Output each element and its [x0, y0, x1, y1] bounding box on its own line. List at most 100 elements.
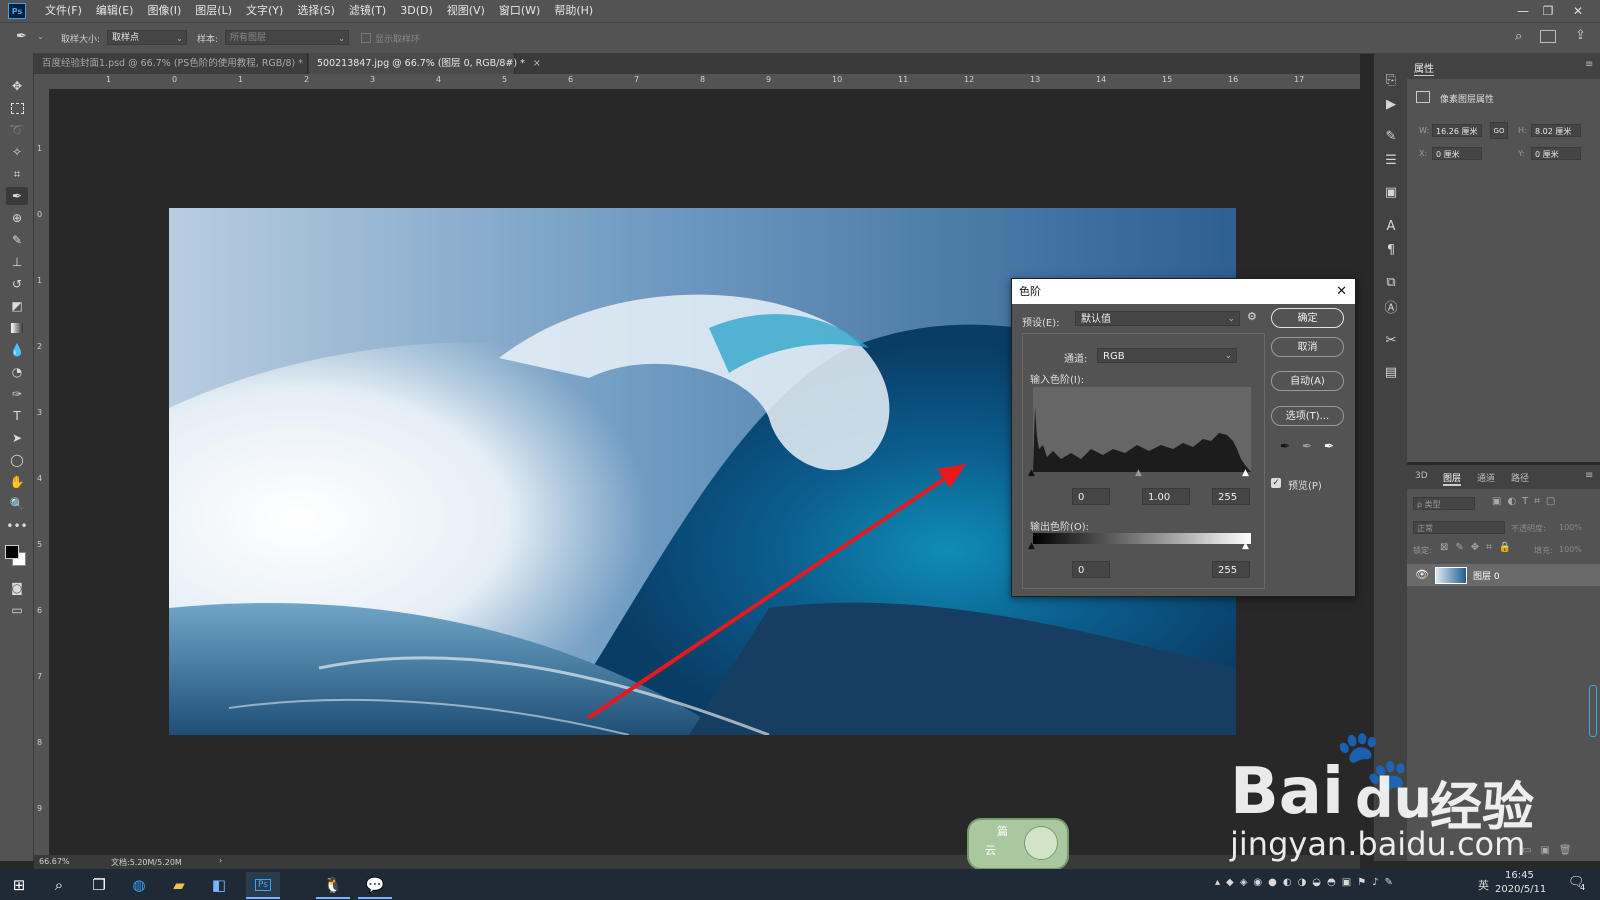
floating-badge[interactable]: 篇 云 — [967, 818, 1069, 870]
output-white-slider[interactable]: ▲ — [1242, 541, 1249, 551]
gray-point-eyedropper-icon[interactable]: ✒ — [1302, 439, 1312, 453]
properties-panel: 属性 ≡ 像素图层属性 W: 16.26 厘米 GO H: 8.02 厘米 X:… — [1407, 53, 1600, 462]
width-label: W: — [1419, 126, 1430, 135]
system-tray-icons[interactable]: ▴◆◈◉●◐◑◒◓▣⚑♪✎ — [1215, 877, 1399, 888]
input-levels-label: 输入色阶(I): — [1030, 375, 1085, 386]
link-dimensions-button[interactable]: GO — [1490, 122, 1508, 139]
document-size: 文档:5.20M/5.20M — [111, 858, 182, 867]
preview-checkbox[interactable]: ✓ — [1271, 478, 1281, 488]
preset-select[interactable]: 默认值 ⌄ — [1075, 311, 1240, 326]
layer-row[interactable]: 👁 图层 0 — [1407, 564, 1600, 586]
input-gamma-slider[interactable]: ▲ — [1135, 468, 1142, 478]
clock-time[interactable]: 16:45 — [1505, 870, 1534, 881]
glyphs-icon[interactable]: Ⓐ — [1382, 297, 1400, 316]
input-white-field[interactable]: 255 — [1212, 488, 1250, 505]
app-icon[interactable]: ◧ — [202, 872, 236, 897]
windows-taskbar: ⊞ ⌕ ❐ ◍ ▰ ◧ Ps 🐧 💬 ▴◆◈◉●◐◑◒◓▣⚑♪✎ 英 16:45… — [0, 869, 1600, 900]
white-point-eyedropper-icon[interactable]: ✒ — [1324, 439, 1334, 453]
y-label: Y: — [1518, 149, 1525, 158]
layer-thumbnail — [1435, 567, 1467, 584]
badge-line2: 云 — [985, 844, 996, 857]
opacity-value[interactable]: 100% — [1559, 523, 1582, 532]
task-view-icon[interactable]: ❐ — [82, 872, 116, 897]
auto-button[interactable]: 自动(A) — [1271, 371, 1344, 391]
width-field[interactable]: 16.26 厘米 — [1432, 124, 1482, 137]
output-gradient — [1033, 533, 1251, 544]
output-black-slider[interactable]: ▲ — [1028, 541, 1035, 551]
search-icon[interactable]: ⌕ — [42, 872, 76, 897]
photoshop-taskbar-icon[interactable]: Ps — [246, 872, 280, 899]
tab-3d[interactable]: 3D — [1415, 471, 1428, 481]
black-point-eyedropper-icon[interactable]: ✒ — [1280, 439, 1290, 453]
input-black-field[interactable]: 0 — [1072, 488, 1110, 505]
fill-label: 填充: — [1534, 546, 1553, 555]
tab-layers[interactable]: 图层 — [1443, 471, 1462, 486]
foreground-color-swatch[interactable] — [5, 545, 19, 559]
brush-settings-icon[interactable]: ✎ — [1382, 127, 1400, 145]
actions-panel-icon[interactable]: ▶ — [1382, 95, 1400, 113]
tool-presets-icon[interactable]: ✂ — [1382, 331, 1400, 349]
watermark-url: jingyan.baidu.com — [1230, 825, 1526, 863]
windows-start-icon[interactable]: ⊞ — [2, 872, 36, 897]
status-menu-arrow-icon[interactable]: › — [219, 856, 222, 865]
notes-icon[interactable]: ▤ — [1382, 363, 1400, 381]
output-white-field[interactable]: 255 — [1212, 561, 1250, 578]
visibility-eye-icon[interactable]: 👁 — [1415, 568, 1429, 581]
properties-kind: 像素图层属性 — [1440, 95, 1495, 105]
panel-menu-icon[interactable]: ≡ — [1585, 59, 1593, 70]
baidu-watermark: Bai 🐾 du 经验 jingyan.baidu.com — [1200, 725, 1600, 865]
tab-channels[interactable]: 通道 — [1477, 471, 1495, 484]
preset-label: 预设(E): — [1022, 318, 1060, 329]
dialog-title: 色阶 — [1019, 285, 1041, 298]
wechat-icon[interactable]: 💬 — [358, 872, 392, 899]
tab-paths[interactable]: 路径 — [1511, 471, 1529, 484]
history-panel-icon[interactable]: ⎘ — [1382, 71, 1400, 89]
input-white-slider[interactable]: ▲ — [1242, 468, 1249, 478]
clock-date[interactable]: 2020/5/11 — [1495, 884, 1546, 895]
character-panel-icon[interactable]: A — [1382, 217, 1400, 235]
output-levels-label: 输出色阶(O): — [1030, 522, 1090, 533]
ok-button[interactable]: 确定 — [1271, 308, 1344, 328]
pixel-layer-icon — [1416, 91, 1430, 103]
fill-value[interactable]: 100% — [1559, 545, 1582, 554]
height-label: H: — [1518, 126, 1527, 135]
badge-leaf-icon — [1024, 826, 1058, 860]
x-label: X: — [1419, 149, 1428, 158]
y-field[interactable]: 0 厘米 — [1531, 147, 1581, 160]
badge-line1: 篇 — [997, 825, 1008, 838]
opacity-label: 不透明度: — [1511, 524, 1546, 533]
gear-icon[interactable]: ⚙ — [1247, 310, 1257, 323]
tab-properties[interactable]: 属性 — [1414, 60, 1434, 76]
adjustments-icon[interactable]: ☰ — [1382, 151, 1400, 169]
x-field[interactable]: 0 厘米 — [1432, 147, 1482, 160]
input-black-slider[interactable]: ▲ — [1028, 468, 1035, 478]
dialog-titlebar[interactable]: 色阶 ✕ — [1012, 279, 1355, 304]
watermark-brand: Bai — [1230, 755, 1344, 829]
output-black-field[interactable]: 0 — [1072, 561, 1110, 578]
preview-label: 预览(P) — [1288, 481, 1322, 492]
zoom-level[interactable]: 66.67% — [39, 857, 70, 866]
file-explorer-icon[interactable]: ▰ — [162, 872, 196, 897]
blend-mode-select[interactable]: 正常 — [1413, 521, 1505, 534]
channel-label: 通道: — [1064, 354, 1088, 365]
clone-source-icon[interactable]: ⧉ — [1382, 273, 1400, 291]
levels-dialog: 色阶 ✕ 预设(E): 默认值 ⌄ ⚙ 通道: RGB ⌄ 输入色阶(I): ▲ ▲… — [1011, 278, 1356, 597]
layer-filter-icons[interactable]: ▣◐T⌗▢ — [1492, 496, 1561, 507]
height-field[interactable]: 8.02 厘米 — [1531, 124, 1581, 137]
layer-filter-select[interactable]: ρ 类型 — [1413, 497, 1475, 510]
input-gamma-field[interactable]: 1.00 — [1142, 488, 1190, 505]
options-button[interactable]: 选项(T)... — [1271, 406, 1344, 426]
ime-indicator[interactable]: 英 — [1478, 877, 1489, 893]
paragraph-panel-icon[interactable]: ¶ — [1382, 241, 1400, 259]
lock-icons[interactable]: ⊠✎✥⌗🔒 — [1440, 542, 1518, 553]
panel-menu-icon[interactable]: ≡ — [1585, 470, 1593, 481]
browser-icon[interactable]: ◍ — [122, 872, 156, 897]
layer-name[interactable]: 图层 0 — [1473, 569, 1500, 582]
histogram — [1033, 387, 1251, 472]
cancel-button[interactable]: 取消 — [1271, 337, 1344, 357]
close-icon[interactable]: ✕ — [1336, 279, 1347, 304]
qq-icon[interactable]: 🐧 — [316, 872, 350, 899]
channel-select[interactable]: RGB ⌄ — [1097, 348, 1237, 363]
libraries-icon[interactable]: ▣ — [1382, 183, 1400, 201]
watermark-brand-du: du — [1355, 767, 1433, 830]
